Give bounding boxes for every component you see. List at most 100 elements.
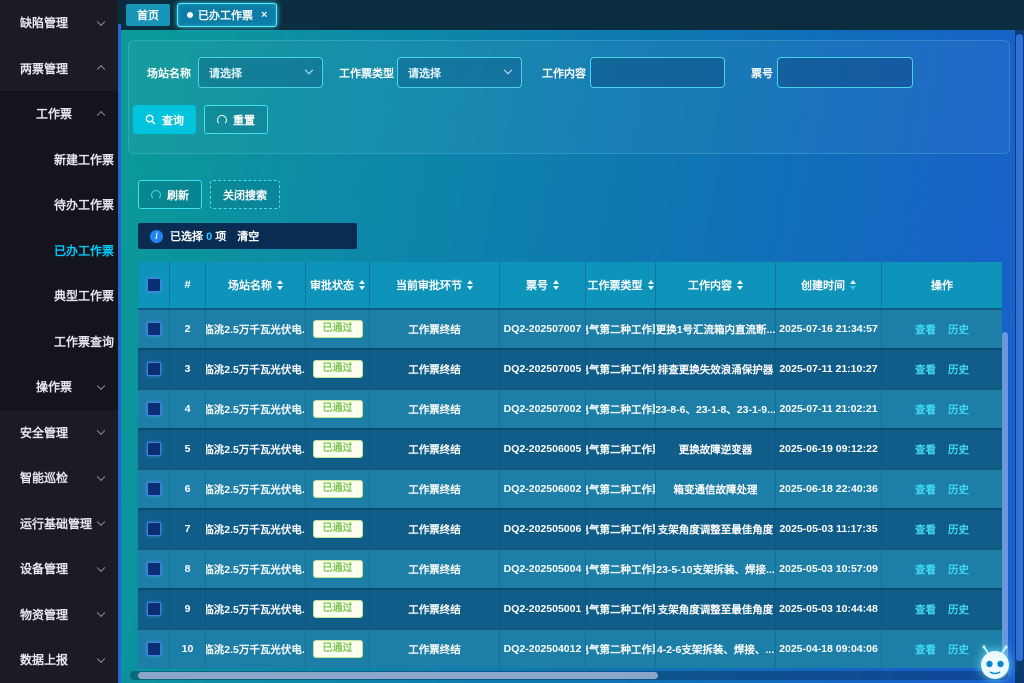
row-select-cell: [138, 550, 170, 588]
sidebar-divider: [118, 24, 121, 683]
close-icon[interactable]: ×: [261, 10, 267, 21]
view-link[interactable]: 查看: [915, 642, 936, 657]
view-link[interactable]: 查看: [915, 362, 936, 377]
col-status[interactable]: 审批状态: [306, 262, 370, 308]
page-scrollbar-thumb[interactable]: [1016, 34, 1023, 661]
sidebar-item-done-work-ticket[interactable]: 已办工作票: [0, 228, 118, 274]
col-content[interactable]: 工作内容: [656, 262, 776, 308]
clear-selection-link[interactable]: 清空: [237, 228, 259, 244]
sidebar-item-label: 物资管理: [20, 606, 68, 623]
page-scrollbar-track[interactable]: [1015, 30, 1024, 683]
history-link[interactable]: 历史: [948, 562, 969, 577]
sidebar-item-defect-mgmt[interactable]: 缺陷管理: [0, 0, 118, 46]
stage-cell: 工作票终结: [370, 550, 500, 588]
station-select[interactable]: 请选择: [198, 57, 323, 88]
history-link[interactable]: 历史: [948, 642, 969, 657]
sidebar-item-label: 安全管理: [20, 424, 68, 441]
row-checkbox[interactable]: [147, 362, 161, 376]
ticket-no-input[interactable]: [777, 57, 913, 88]
table-row: 10 临洮2.5万千瓦光伏电.. 已通过 工作票终结 DQ2-202504012…: [138, 628, 1002, 668]
view-link[interactable]: 查看: [915, 482, 936, 497]
view-link[interactable]: 查看: [915, 322, 936, 337]
view-link[interactable]: 查看: [915, 562, 936, 577]
sidebar-item-new-work-ticket[interactable]: 新建工作票: [0, 137, 118, 183]
row-index: 8: [170, 550, 206, 588]
sidebar-item-data-report[interactable]: 数据上报: [0, 637, 118, 683]
refresh-button[interactable]: 刷新: [138, 180, 202, 209]
sidebar-item-operation-ticket[interactable]: 操作票: [0, 364, 118, 410]
row-checkbox[interactable]: [147, 522, 161, 536]
horizontal-scrollbar-track[interactable]: [130, 671, 1008, 680]
select-all-checkbox[interactable]: [147, 278, 161, 292]
ticket-type-cell: 电气第二种工作票: [586, 590, 656, 628]
history-link[interactable]: 历史: [948, 322, 969, 337]
row-checkbox[interactable]: [147, 482, 161, 496]
ticket-type-select[interactable]: 请选择: [397, 57, 522, 88]
row-checkbox[interactable]: [147, 442, 161, 456]
history-link[interactable]: 历史: [948, 602, 969, 617]
sidebar-item-label: 典型工作票: [54, 287, 114, 304]
row-checkbox[interactable]: [147, 322, 161, 336]
sidebar-item-two-ticket-mgmt[interactable]: 两票管理: [0, 46, 118, 92]
ticket-no-cell: DQ2-202506002: [500, 470, 586, 508]
sidebar-item-label: 智能巡检: [20, 469, 68, 486]
close-search-button[interactable]: 关闭搜索: [210, 180, 280, 209]
chevron-down-icon: [305, 65, 313, 73]
status-cell: 已通过: [306, 510, 370, 548]
sidebar-item-material-mgmt[interactable]: 物资管理: [0, 592, 118, 638]
sort-icon[interactable]: [553, 280, 559, 290]
assistant-robot-icon[interactable]: [976, 644, 1014, 682]
two-ticket-submenu: 工作票 新建工作票 待办工作票 已办工作票 典型工作票 工作票查询 操作票: [0, 91, 118, 410]
sidebar-item-equipment-mgmt[interactable]: 设备管理: [0, 546, 118, 592]
history-link[interactable]: 历史: [948, 402, 969, 417]
history-link[interactable]: 历史: [948, 362, 969, 377]
sidebar-item-pending-work-ticket[interactable]: 待办工作票: [0, 182, 118, 228]
reset-button[interactable]: 重置: [204, 105, 268, 134]
row-index: 9: [170, 590, 206, 628]
table-vertical-scrollbar[interactable]: [1002, 332, 1008, 662]
col-type[interactable]: 工作票类型: [586, 262, 656, 308]
row-checkbox[interactable]: [147, 642, 161, 656]
table-toolbar: 刷新 关闭搜索: [138, 180, 280, 209]
created-time-cell: 2025-05-03 10:44:48: [776, 590, 882, 628]
sort-icon[interactable]: [467, 280, 473, 290]
history-link[interactable]: 历史: [948, 522, 969, 537]
col-station[interactable]: 场站名称: [206, 262, 306, 308]
sidebar-item-operation-base-mgmt[interactable]: 运行基础管理: [0, 501, 118, 547]
row-checkbox[interactable]: [147, 602, 161, 616]
history-link[interactable]: 历史: [948, 482, 969, 497]
sort-icon[interactable]: [359, 280, 365, 290]
row-index: 10: [170, 630, 206, 668]
row-checkbox[interactable]: [147, 402, 161, 416]
tab-done-work-ticket[interactable]: 已办工作票 ×: [177, 3, 277, 27]
sort-icon[interactable]: [850, 280, 856, 290]
view-link[interactable]: 查看: [915, 402, 936, 417]
chevron-down-icon: [97, 563, 105, 571]
view-link[interactable]: 查看: [915, 522, 936, 537]
sidebar-item-work-ticket-query[interactable]: 工作票查询: [0, 319, 118, 365]
sort-icon[interactable]: [277, 280, 283, 290]
sidebar-item-safety-mgmt[interactable]: 安全管理: [0, 410, 118, 456]
work-content-input[interactable]: [590, 57, 725, 88]
tab-home[interactable]: 首页: [126, 4, 170, 26]
ticket-no-cell: DQ2-202506005: [500, 430, 586, 468]
sort-icon[interactable]: [648, 280, 654, 290]
col-ticket-no[interactable]: 票号: [500, 262, 586, 308]
horizontal-scrollbar-thumb[interactable]: [138, 672, 658, 679]
query-button[interactable]: 查询: [133, 105, 196, 134]
sort-icon[interactable]: [737, 280, 743, 290]
station-cell: 临洮2.5万千瓦光伏电..: [206, 510, 306, 548]
sidebar-item-work-ticket[interactable]: 工作票: [0, 91, 118, 137]
sidebar-item-typical-work-ticket[interactable]: 典型工作票: [0, 273, 118, 319]
view-link[interactable]: 查看: [915, 602, 936, 617]
col-created[interactable]: 创建时间: [776, 262, 882, 308]
view-link[interactable]: 查看: [915, 442, 936, 457]
row-checkbox[interactable]: [147, 562, 161, 576]
selection-suffix: 项: [215, 231, 226, 243]
row-index: 6: [170, 470, 206, 508]
sidebar-item-smart-inspection[interactable]: 智能巡检: [0, 455, 118, 501]
work-content-cell: 箱变通信故障处理: [656, 470, 776, 508]
table-row: 4 临洮2.5万千瓦光伏电.. 已通过 工作票终结 DQ2-202507002 …: [138, 388, 1002, 428]
col-stage[interactable]: 当前审批环节: [370, 262, 500, 308]
history-link[interactable]: 历史: [948, 442, 969, 457]
